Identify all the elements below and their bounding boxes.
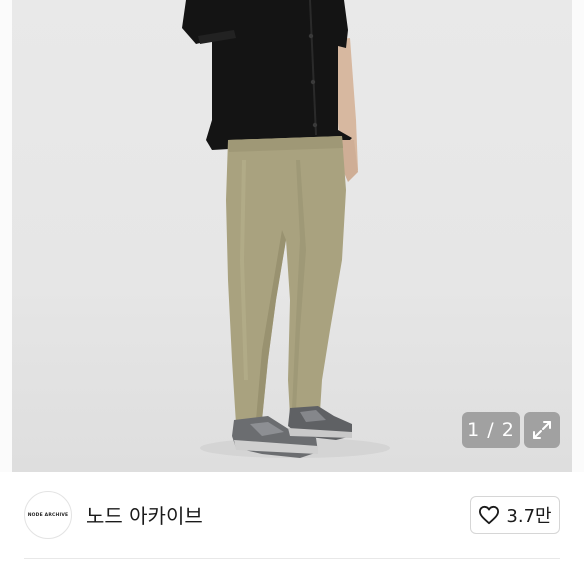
expand-icon — [533, 421, 551, 439]
product-image-carousel[interactable]: 1 / 2 — [0, 0, 584, 472]
pager-total: 2 — [501, 419, 515, 441]
pager-current: 1 — [467, 419, 481, 441]
product-photo — [182, 0, 390, 458]
seller-name[interactable]: 노드 아카이브 — [86, 500, 203, 529]
seller-info-row: NODE ARCHIVE 노드 아카이브 3.7만 — [0, 472, 584, 558]
seller-avatar[interactable]: NODE ARCHIVE — [24, 491, 72, 539]
expand-image-button[interactable] — [524, 412, 560, 448]
avatar-logo-text: NODE ARCHIVE — [27, 512, 69, 518]
like-button[interactable]: 3.7만 — [470, 496, 560, 534]
image-pager-badge: 1 / 2 — [462, 412, 520, 448]
heart-icon — [479, 505, 500, 525]
pager-separator: / — [480, 419, 502, 441]
section-divider — [24, 558, 560, 559]
product-detail-page: 1 / 2 NODE ARCHIVE 노드 아카이브 3.7만 — [0, 0, 584, 584]
like-count: 3.7만 — [506, 506, 552, 527]
